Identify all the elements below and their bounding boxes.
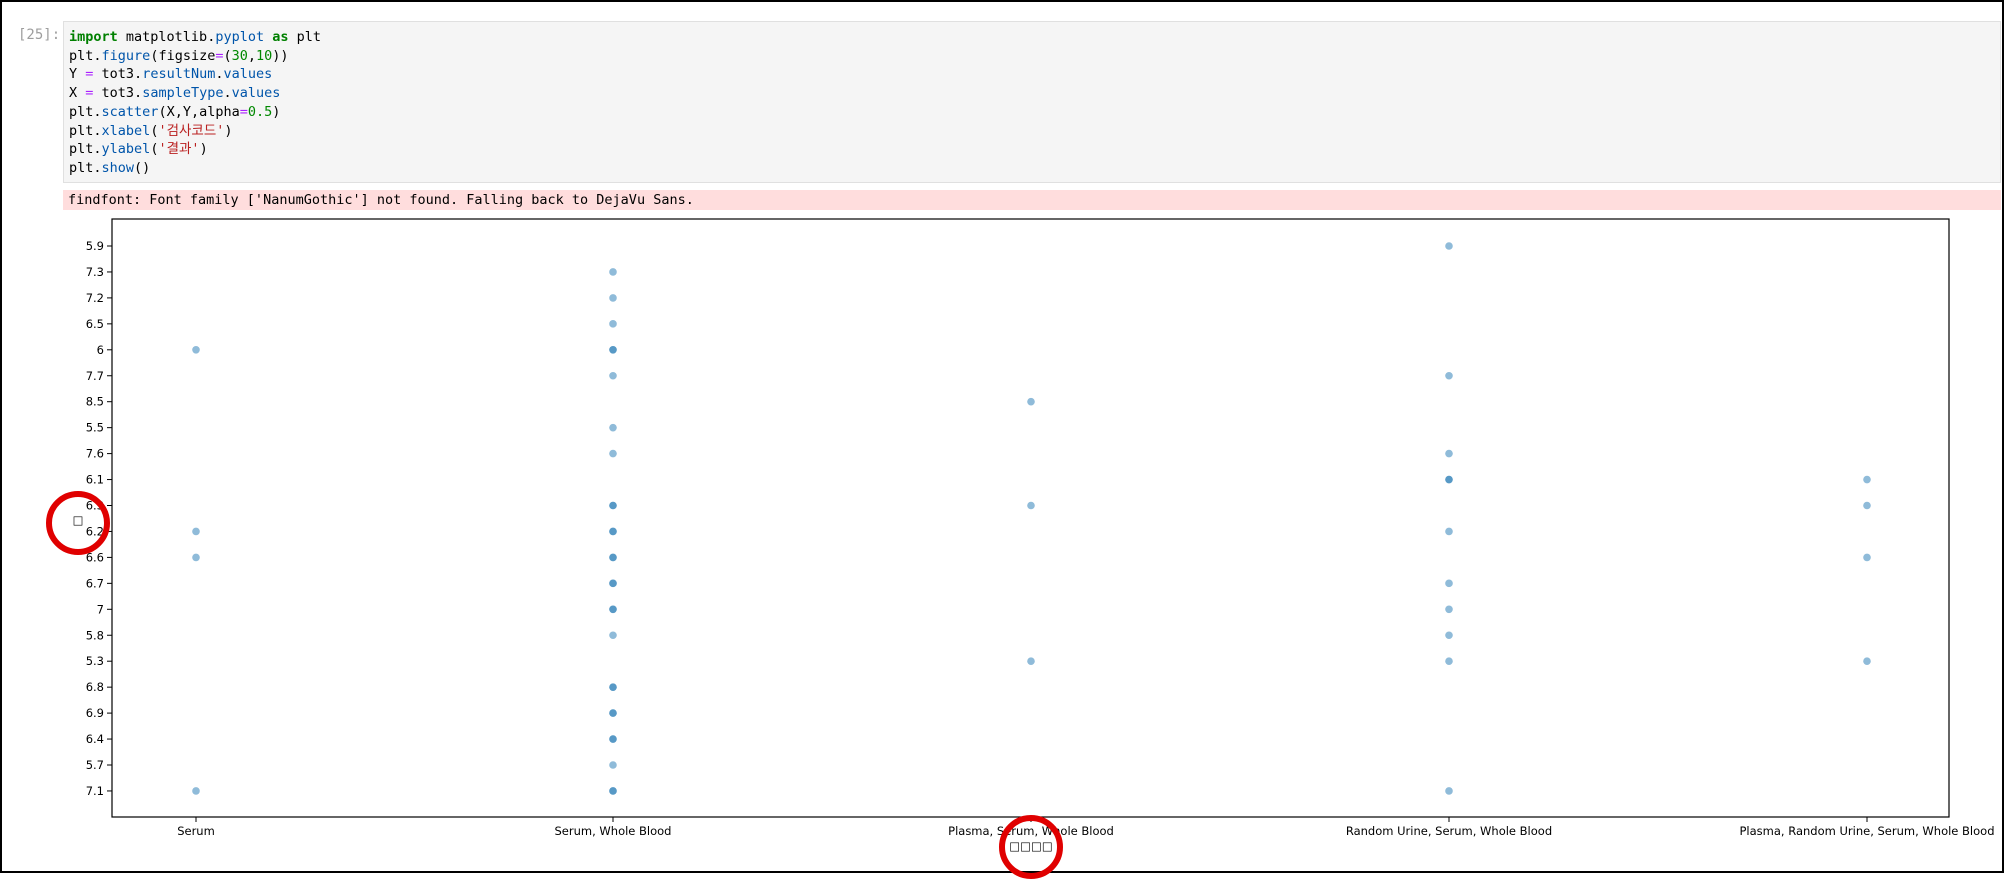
scatter-point [192,346,200,354]
scatter-point [1863,657,1871,665]
scatter-point [609,631,617,640]
scatter-point [1445,787,1453,795]
x-tick-label: Plasma, Random Urine, Serum, Whole Blood [1740,824,1995,838]
scatter-point [609,579,617,588]
scatter-point [609,268,617,276]
y-tick-label: 6.9 [86,706,104,720]
x-axis-label: □□□□ [1009,839,1052,853]
scatter-point [609,346,617,354]
scatter-point [609,371,617,380]
x-tick-label: Serum, Whole Blood [555,824,672,838]
scatter-point [609,787,617,795]
scatter-point [1445,242,1453,250]
scatter-point [1445,657,1453,665]
scatter-point [1445,631,1453,640]
x-tick-label: Random Urine, Serum, Whole Blood [1346,824,1552,838]
scatter-point [609,294,617,302]
scatter-point [1445,371,1453,380]
scatter-point [1445,579,1453,588]
scatter-point [1445,475,1453,484]
scatter-point [1863,475,1871,484]
scatter-point [1027,397,1035,406]
y-tick-label: 6.1 [86,473,104,487]
y-tick-label: 7.7 [86,369,104,383]
scatter-point [609,683,617,691]
scatter-point [609,709,617,717]
scatter-point [1027,501,1035,510]
y-tick-label: 6 [97,343,104,357]
x-tick-label: Plasma, Serum, Whole Blood [948,824,1114,838]
y-tick-label: 8.5 [86,395,104,409]
y-tick-label: 5.3 [86,654,104,668]
y-tick-label: 7.2 [86,291,104,305]
scatter-point [192,553,200,562]
y-axis-label: □ [73,513,84,527]
scatter-point [1863,501,1871,510]
plot-area-frame [111,218,1950,818]
scatter-point [192,787,200,795]
scatter-point [609,605,617,614]
scatter-point [609,501,617,510]
y-tick-label: 7 [97,602,104,616]
x-tick-label: Serum [177,824,215,838]
y-tick-label: 6.7 [86,576,104,590]
scatter-point [1445,527,1453,536]
y-tick-label: 6.8 [86,680,104,694]
scatter-point [609,320,617,328]
scatter-point [192,527,200,536]
scatter-point [609,449,617,458]
y-tick-label: 5.5 [86,421,104,435]
y-tick-label: 6.5 [86,317,104,331]
scatter-point [1445,449,1453,458]
scatter-point [1863,553,1871,562]
y-tick-label: 7.6 [86,447,104,461]
scatter-point [609,423,617,432]
scatter-point [609,761,617,769]
scatter-chart: 5.97.37.26.567.78.55.57.66.16.36.26.66.7… [46,218,1995,879]
y-tick-label: 5.7 [86,758,104,772]
y-tick-label: 7.1 [86,784,104,798]
y-tick-label: 6.4 [86,732,104,746]
y-tick-label: 5.9 [86,239,104,253]
scatter-point [609,735,617,743]
scatter-point [609,527,617,536]
scatter-point [1445,605,1453,614]
scatter-point [609,553,617,562]
y-tick-label: 7.3 [86,265,104,279]
y-tick-label: 5.8 [86,628,104,642]
scatter-point [1027,657,1035,665]
